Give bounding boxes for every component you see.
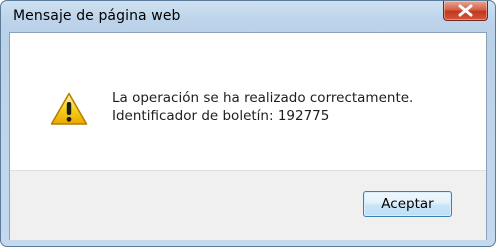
window-title: Mensaje de página web <box>13 8 181 24</box>
close-icon <box>458 4 473 17</box>
title-bar[interactable]: Mensaje de página web <box>1 1 495 32</box>
message-line-1: La operación se ha realizado correctamen… <box>112 90 414 106</box>
dialog-body: La operación se ha realizado correctamen… <box>9 32 487 240</box>
close-button[interactable] <box>443 1 488 21</box>
dialog-window: Mensaje de página web La operación se ha… <box>0 0 496 247</box>
warning-icon <box>50 92 88 125</box>
message-line-2: Identificador de boletín: 192775 <box>112 108 330 124</box>
message-text: La operación se ha realizado correctamen… <box>112 89 413 125</box>
button-bar: Aceptar <box>10 170 486 240</box>
message-area: La operación se ha realizado correctamen… <box>10 33 486 170</box>
accept-button[interactable]: Aceptar <box>363 191 452 217</box>
